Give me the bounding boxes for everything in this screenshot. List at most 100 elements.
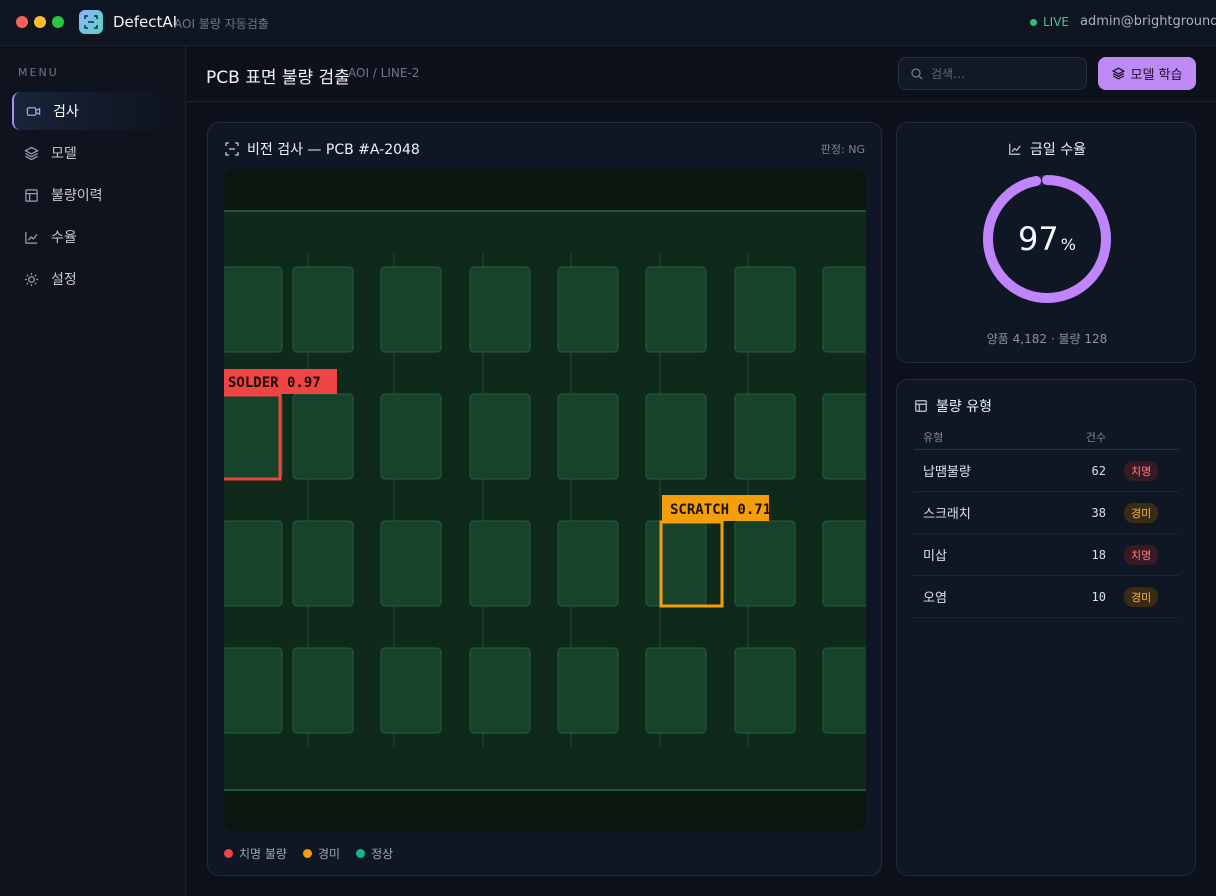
- train-model-label: 모델 학습: [1130, 68, 1183, 83]
- yield-value: 97%: [981, 173, 1113, 305]
- pcb-pad: [380, 266, 442, 353]
- legend-label: 치명 불량: [239, 847, 287, 861]
- vision-card-title: 비전 검사 — PCB #A-2048: [247, 142, 420, 158]
- sidebar-item-label: 수율: [51, 230, 77, 246]
- legend-label: 경미: [317, 847, 341, 861]
- defect-type-name: 오염: [923, 591, 947, 606]
- pcb-pad: [380, 393, 442, 480]
- severity-badge: 경미: [1124, 502, 1159, 523]
- pcb-board-svg: SOLDER 0.97 SCRATCH 0.71: [224, 169, 866, 831]
- pcb-pad: [645, 520, 707, 607]
- column-header-count: 건수: [1085, 430, 1106, 444]
- pcb-pad: [734, 520, 796, 607]
- sidebar-item-settings[interactable]: 설정: [12, 260, 174, 298]
- sun-gear-icon: [24, 272, 39, 286]
- defect-count: 38: [1091, 505, 1106, 520]
- verdict-label: 판정: NG: [820, 143, 865, 156]
- legend-item-critical: 치명 불량: [224, 845, 287, 862]
- solder-defect-label: SOLDER 0.97: [228, 375, 321, 391]
- severity-legend: 치명 불량 경미 정상: [224, 845, 393, 862]
- legend-swatch: [356, 849, 366, 858]
- severity-badge: 치명: [1124, 460, 1159, 481]
- page-header: PCB 표면 불량 검출 AOI / LINE-2 모델 학습: [187, 46, 1216, 102]
- pcb-pad: [822, 647, 866, 734]
- search-box[interactable]: [898, 57, 1087, 90]
- close-window-button[interactable]: [16, 16, 28, 28]
- sidebar-item-label: 설정: [51, 272, 77, 288]
- sidebar-item-inspection[interactable]: 검사: [12, 92, 174, 130]
- maximize-window-button[interactable]: [52, 16, 64, 28]
- pcb-pad: [734, 393, 796, 480]
- table-header: 유형 건수: [914, 424, 1179, 450]
- legend-swatch: [224, 849, 233, 858]
- pcb-pad: [645, 266, 707, 353]
- user-account[interactable]: admin@brightground: [1080, 14, 1216, 29]
- sidebar: MENU 검사 모델 불량이력 수율 설정: [0, 46, 186, 896]
- sidebar-item-yield[interactable]: 수율: [12, 218, 174, 256]
- table-row[interactable]: 오염 10 경미: [914, 576, 1179, 618]
- severity-badge: 경미: [1124, 586, 1159, 607]
- table-row[interactable]: 납땜불량 62 치명: [914, 450, 1179, 492]
- table-row[interactable]: 스크래치 38 경미: [914, 492, 1179, 534]
- yield-number: 97: [1018, 220, 1059, 258]
- legend-item-normal: 정상: [356, 845, 393, 862]
- yield-card-title: 금일 수율: [1030, 142, 1086, 158]
- pcb-pad: [645, 393, 707, 480]
- pcb-pad: [380, 520, 442, 607]
- defect-type-name: 미삽: [923, 549, 947, 564]
- pcb-pad: [224, 266, 283, 353]
- defect-count: 10: [1091, 589, 1106, 604]
- defect-types-table: 유형 건수 납땜불량 62 치명 스크래치 38 경미 미삽 18 치명 오염 …: [914, 424, 1179, 618]
- pcb-pad: [557, 647, 619, 734]
- vision-card-header: 비전 검사 — PCB #A-2048: [225, 139, 420, 159]
- yield-unit: %: [1060, 234, 1076, 254]
- pcb-pad: [822, 520, 866, 607]
- pcb-pad: [292, 393, 354, 480]
- layers-icon: [1111, 67, 1125, 80]
- pcb-pad: [292, 647, 354, 734]
- pcb-pad: [469, 393, 531, 480]
- table-icon: [915, 400, 927, 412]
- table-icon: [25, 188, 38, 202]
- layers-icon: [24, 146, 39, 160]
- sidebar-item-defect-history[interactable]: 불량이력: [12, 176, 174, 214]
- sidebar-item-label: 검사: [53, 104, 79, 120]
- pcb-pad: [734, 266, 796, 353]
- line-chart-icon: [1009, 143, 1021, 155]
- sidebar-item-label: 불량이력: [51, 188, 103, 204]
- pcb-inspection-image[interactable]: SOLDER 0.97 SCRATCH 0.71: [224, 169, 866, 831]
- pcb-pad: [224, 520, 283, 607]
- pcb-pad: [557, 393, 619, 480]
- legend-swatch: [302, 849, 312, 858]
- vision-inspection-card: 비전 검사 — PCB #A-2048 판정: NG SOLDER 0.97 S…: [207, 122, 882, 876]
- defect-type-name: 스크래치: [923, 507, 971, 522]
- table-row[interactable]: 미삽 18 치명: [914, 534, 1179, 576]
- defect-types-card: 불량 유형 유형 건수 납땜불량 62 치명 스크래치 38 경미 미삽 18 …: [896, 379, 1196, 876]
- defect-type-name: 납땜불량: [923, 465, 971, 480]
- yield-footer: 양품 4,182 · 불량 128: [986, 332, 1108, 346]
- yield-card-header: 금일 수율: [897, 139, 1197, 159]
- train-model-button[interactable]: 모델 학습: [1098, 57, 1196, 90]
- daily-yield-card: 금일 수율 97% 양품 4,182 · 불량 128: [896, 122, 1196, 363]
- scratch-defect-label: SCRATCH 0.71: [670, 502, 771, 518]
- types-card-title: 불량 유형: [936, 399, 992, 415]
- defect-count: 62: [1091, 463, 1106, 478]
- video-camera-icon: [26, 106, 41, 116]
- pcb-pad: [469, 266, 531, 353]
- live-label: LIVE: [1043, 15, 1070, 29]
- pcb-pad: [557, 266, 619, 353]
- column-header-type: 유형: [923, 430, 944, 444]
- live-status: LIVE: [1030, 15, 1069, 29]
- pcb-pad: [469, 520, 531, 607]
- search-icon: [911, 67, 923, 79]
- search-input[interactable]: [931, 66, 1071, 81]
- sidebar-item-label: 모델: [51, 146, 77, 162]
- legend-label: 정상: [371, 847, 394, 861]
- defect-count: 18: [1091, 547, 1106, 562]
- breadcrumb: AOI / LINE-2: [348, 66, 420, 80]
- sidebar-item-model[interactable]: 모델: [12, 134, 174, 172]
- minimize-window-button[interactable]: [34, 16, 46, 28]
- page-title: PCB 표면 불량 검출: [206, 68, 350, 88]
- app-subtitle: AOI 불량 자동검출: [174, 17, 269, 31]
- pcb-pad: [822, 266, 866, 353]
